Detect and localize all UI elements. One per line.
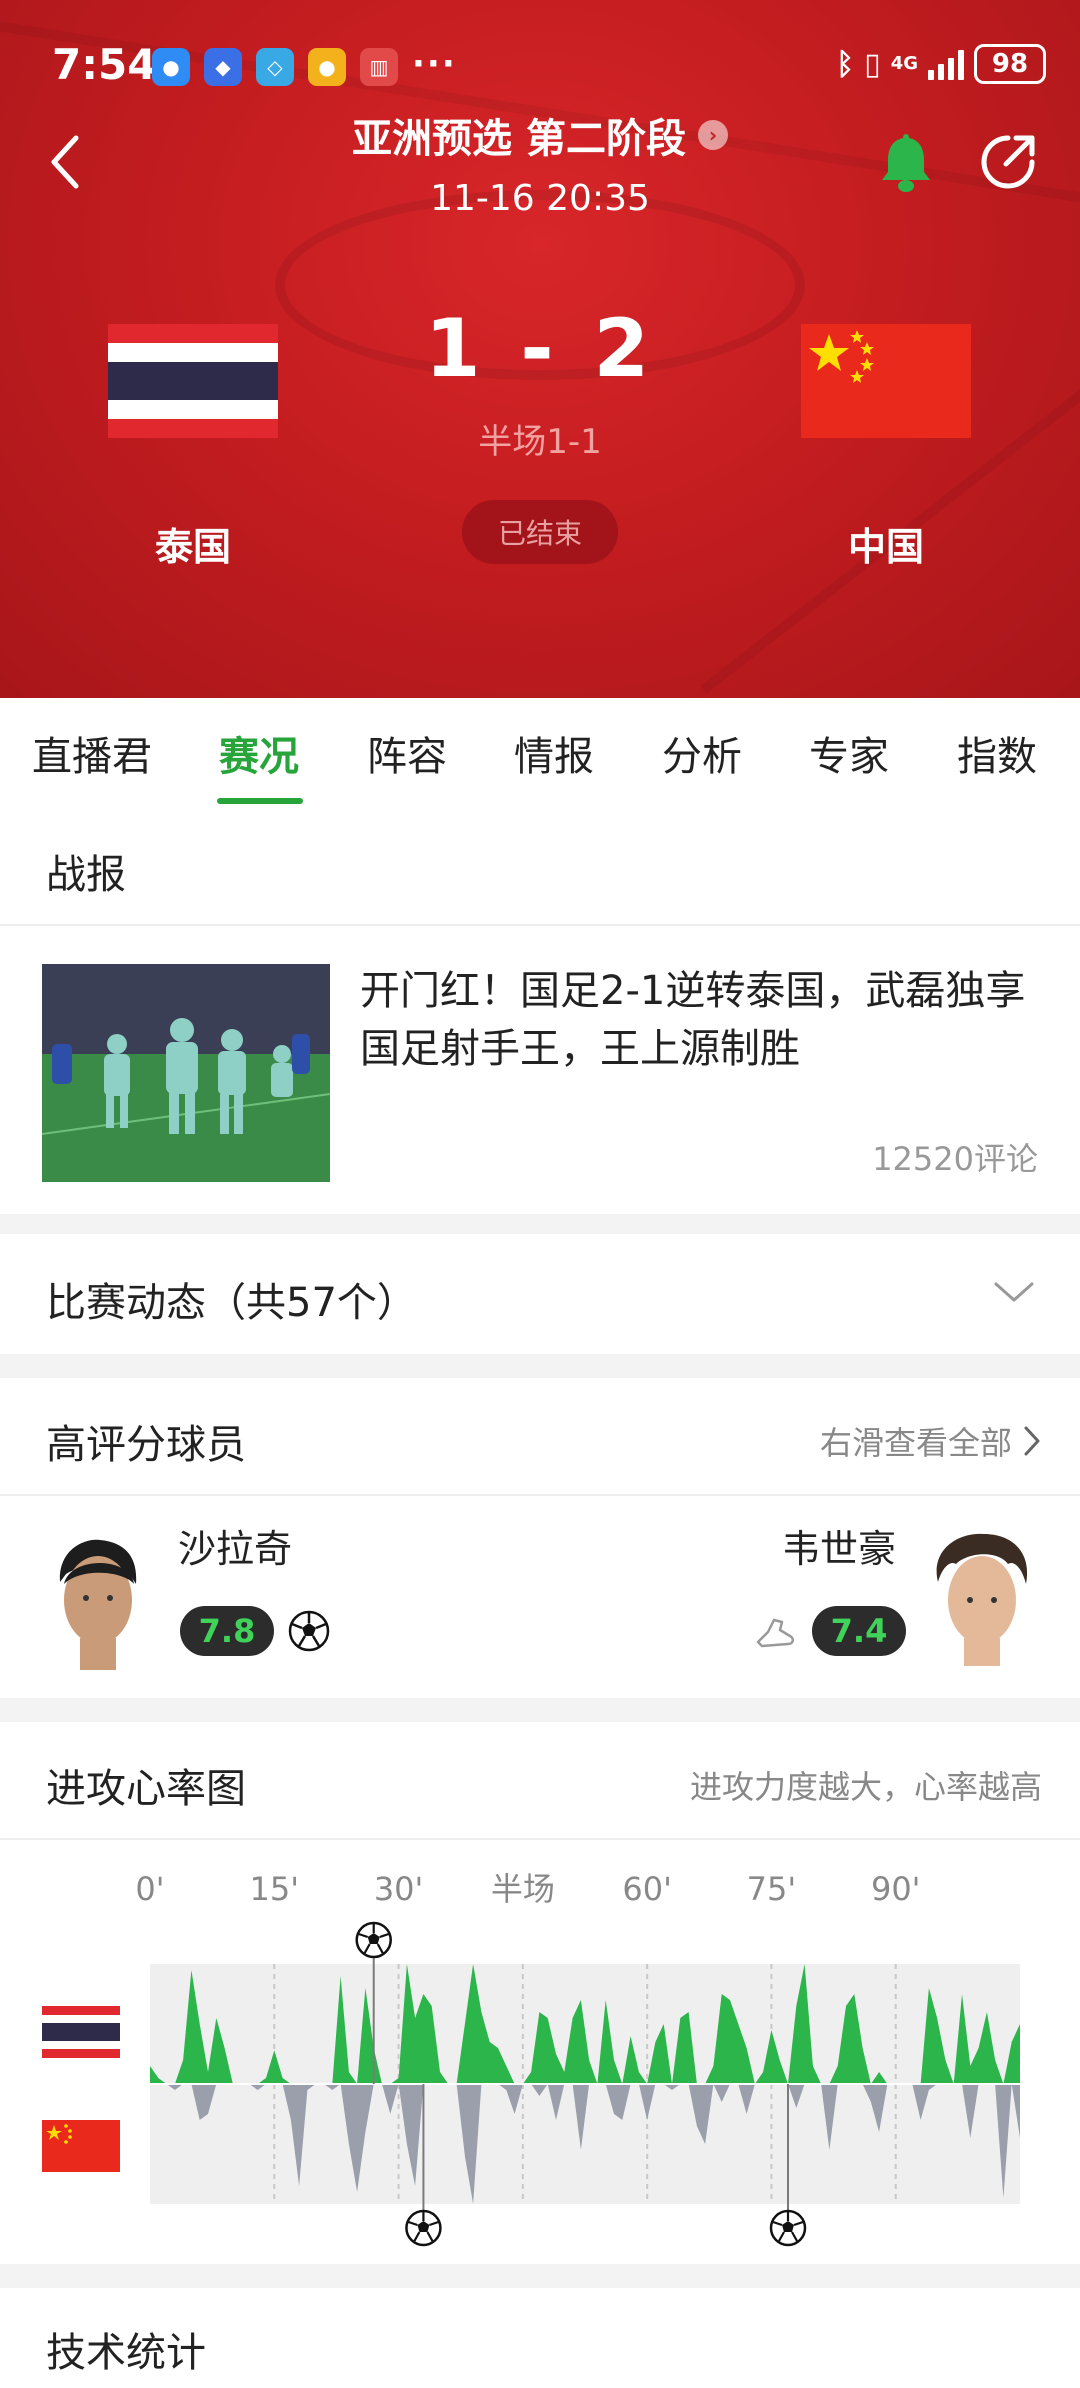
vibrate-icon: ▯ — [864, 46, 881, 82]
match-events-row[interactable]: 比赛动态（共57个） — [0, 1234, 1080, 1354]
report-header: 战报 — [0, 808, 1080, 926]
thailand-flag-small-icon — [42, 2006, 120, 2058]
goal-ball-icon — [769, 2209, 807, 2247]
see-all-label: 右滑查看全部 — [819, 1424, 1012, 1462]
away-player-rating: 7.4 — [812, 1606, 906, 1656]
heart-rate-note: 进攻力度越大，心率越高 — [689, 1768, 1042, 1806]
assist-boot-icon — [756, 1618, 794, 1648]
notification-icons: ● ◆ ◇ ● ▥ — [152, 48, 398, 86]
top-players-header: 高评分球员 右滑查看全部 — [0, 1378, 1080, 1496]
home-player-name[interactable]: 沙拉奇 — [178, 1518, 292, 1573]
tab-lineup[interactable]: 阵容 — [367, 724, 447, 782]
tab-intel[interactable]: 情报 — [514, 724, 594, 782]
top-players-title: 高评分球员 — [46, 1422, 246, 1468]
share-icon[interactable] — [978, 132, 1038, 192]
tab-match-status[interactable]: 赛况 — [219, 724, 299, 782]
china-flag-icon — [801, 324, 971, 438]
status-time: 7:54 — [52, 40, 157, 89]
x-tick-label: 15' — [250, 1870, 300, 1908]
battery-icon: 98 — [974, 44, 1046, 84]
chevron-down-icon — [994, 1282, 1034, 1302]
tab-experts[interactable]: 专家 — [809, 724, 889, 782]
active-tab-indicator — [217, 798, 303, 804]
more-notifications-icon: ··· — [412, 44, 457, 84]
see-all-link[interactable]: 右滑查看全部 — [820, 1418, 1042, 1464]
app-screen: { "status_bar": { "time": "7:54", "more"… — [0, 0, 1080, 2388]
x-tick-label: 60' — [622, 1870, 672, 1908]
top-players-card: 沙拉奇 7.8 韦世豪 7.4 — [0, 1496, 1080, 1698]
status-bar: 7:54 ● ◆ ◇ ● ▥ ··· ᛒ ▯ 4G 98 — [0, 36, 1080, 96]
message-app-icon: ● — [152, 48, 190, 86]
away-team-name[interactable]: 中国 — [801, 516, 971, 571]
battery-level: 98 — [991, 49, 1029, 79]
league-name: 亚洲预选 第二阶段 — [352, 116, 686, 162]
news-thumbnail — [42, 964, 330, 1182]
heart-rate-chart[interactable]: 0' 15' 30' 半场 60' 75' 90' — [0, 1840, 1080, 2264]
home-team-name[interactable]: 泰国 — [108, 516, 278, 571]
x-tick-label: 75' — [747, 1870, 797, 1908]
china-flag-small-icon — [42, 2120, 120, 2172]
tech-stats-title: 技术统计 — [46, 2330, 206, 2376]
comment-count: 12520评论 — [872, 1140, 1038, 1178]
tech-stats-header: 技术统计 — [0, 2288, 1080, 2388]
goal-ball-icon — [288, 1610, 330, 1652]
chevron-right-icon: › — [697, 120, 728, 150]
x-axis-ticks: 0' 15' 30' 半场 60' 75' 90' — [135, 1870, 920, 1908]
status-right: ᛒ ▯ 4G 98 — [836, 44, 1046, 84]
report-title: 战报 — [46, 852, 126, 898]
tab-bar: 直播君 赛况 阵容 情报 分析 专家 指数 — [0, 698, 1080, 808]
tab-live[interactable]: 直播君 — [32, 724, 152, 782]
x-tick-label: 半场 — [491, 1870, 555, 1908]
bell-icon[interactable] — [878, 130, 934, 194]
match-status-badge: 已结束 — [462, 500, 618, 564]
goal-ball-icon — [355, 1921, 392, 1959]
bluetooth-icon: ᛒ — [836, 46, 855, 82]
news-headline[interactable]: 开门红！国足2-1逆转泰国，武磊独享国足射手王，王上源制胜 — [360, 962, 1040, 1078]
signal-icon — [928, 48, 964, 80]
x-tick-label: 30' — [374, 1870, 424, 1908]
weibo-icon: ● — [308, 48, 346, 86]
goal-ball-icon — [405, 2209, 442, 2247]
app-icon: ◆ — [204, 48, 242, 86]
player-avatar[interactable] — [928, 1530, 1036, 1666]
tab-odds[interactable]: 指数 — [957, 724, 1037, 782]
app-icon: ◇ — [256, 48, 294, 86]
network-type: 4G — [890, 53, 918, 74]
news-card[interactable]: 开门红！国足2-1逆转泰国，武磊独享国足射手王，王上源制胜 12520评论 — [0, 926, 1080, 1214]
heart-rate-title: 进攻心率图 — [46, 1766, 246, 1812]
heart-rate-header: 进攻心率图 进攻力度越大，心率越高 — [0, 1722, 1080, 1840]
player-avatar[interactable] — [44, 1534, 152, 1670]
events-title: 比赛动态（共57个） — [46, 1280, 417, 1326]
chevron-right-icon — [1024, 1426, 1040, 1456]
tab-analysis[interactable]: 分析 — [662, 724, 742, 782]
x-tick-label: 90' — [871, 1870, 921, 1908]
home-player-rating: 7.8 — [180, 1606, 274, 1656]
match-header: 7:54 ● ◆ ◇ ● ▥ ··· ᛒ ▯ 4G 98 亚洲预选 第二阶段 ›… — [0, 0, 1080, 698]
x-tick-label: 0' — [135, 1870, 164, 1908]
book-app-icon: ▥ — [360, 48, 398, 86]
away-player-name[interactable]: 韦世豪 — [782, 1518, 896, 1573]
heart-rate-card: 0' 15' 30' 半场 60' 75' 90' — [0, 1840, 1080, 2264]
